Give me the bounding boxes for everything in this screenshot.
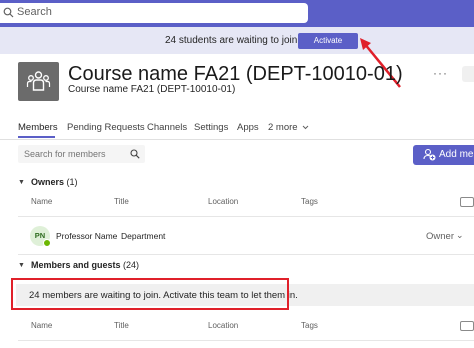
search-icon (130, 149, 140, 159)
tab-apps[interactable]: Apps (237, 122, 259, 133)
team-avatar (18, 62, 59, 101)
team-title: Course name FA21 (DEPT-10010-01) (68, 63, 403, 85)
tags-info-icon[interactable] (460, 321, 474, 331)
tabs-divider (0, 139, 474, 140)
add-person-icon (423, 148, 436, 161)
member-search-input[interactable] (24, 147, 122, 161)
tags-info-icon[interactable] (460, 197, 474, 207)
tab-pending-requests[interactable]: Pending Requests (67, 122, 145, 133)
presence-available-icon (43, 239, 51, 247)
banner-message: 24 students are waiting to join. (165, 35, 301, 46)
collapse-owners-icon[interactable]: ▼ (18, 179, 25, 186)
team-info-chip[interactable] (462, 66, 474, 82)
members-header-divider (18, 340, 474, 341)
global-search-box[interactable]: Search (0, 3, 308, 23)
annotation-highlight-box (11, 278, 289, 310)
owner-role-dropdown[interactable]: Owner (426, 231, 454, 242)
chevron-down-icon (302, 125, 309, 130)
owners-header-divider (18, 216, 474, 217)
members-col-title[interactable]: Title (114, 321, 129, 330)
add-member-label: Add mem (439, 149, 474, 160)
members-title: Members and guests (31, 260, 121, 270)
owners-col-title[interactable]: Title (114, 197, 129, 206)
owners-row-divider (18, 254, 474, 255)
owner-name[interactable]: Professor Name (56, 231, 117, 241)
owner-title: Department (121, 231, 166, 241)
tab-settings[interactable]: Settings (194, 122, 228, 133)
owners-col-name[interactable]: Name (31, 197, 52, 206)
global-search-placeholder: Search (17, 6, 52, 18)
chevron-down-icon[interactable]: ⌄ (456, 230, 464, 241)
owners-section-header[interactable]: Owners (1) (31, 177, 78, 187)
collapse-members-icon[interactable]: ▼ (18, 262, 25, 269)
members-count: (24) (123, 260, 140, 270)
active-tab-indicator (18, 136, 55, 138)
tab-members[interactable]: Members (18, 122, 58, 133)
search-icon (3, 7, 14, 18)
owners-title: Owners (31, 177, 65, 187)
members-section-header[interactable]: Members and guests (24) (31, 260, 139, 270)
owners-col-tags[interactable]: Tags (301, 197, 318, 206)
members-col-name[interactable]: Name (31, 321, 52, 330)
member-search-box[interactable] (18, 145, 145, 163)
owners-col-location[interactable]: Location (208, 197, 238, 206)
members-col-location[interactable]: Location (208, 321, 238, 330)
owners-count: (1) (66, 177, 78, 187)
more-options-button[interactable]: ··· (433, 66, 448, 80)
tab-more[interactable]: 2 more (268, 122, 309, 133)
team-subtitle: Course name FA21 (DEPT-10010-01) (68, 84, 236, 95)
add-member-button[interactable]: Add mem (413, 145, 474, 165)
tab-channels[interactable]: Channels (147, 122, 187, 133)
members-col-tags[interactable]: Tags (301, 321, 318, 330)
activate-button[interactable]: Activate (298, 33, 358, 49)
people-icon (26, 71, 51, 91)
tab-more-label: 2 more (268, 122, 298, 133)
